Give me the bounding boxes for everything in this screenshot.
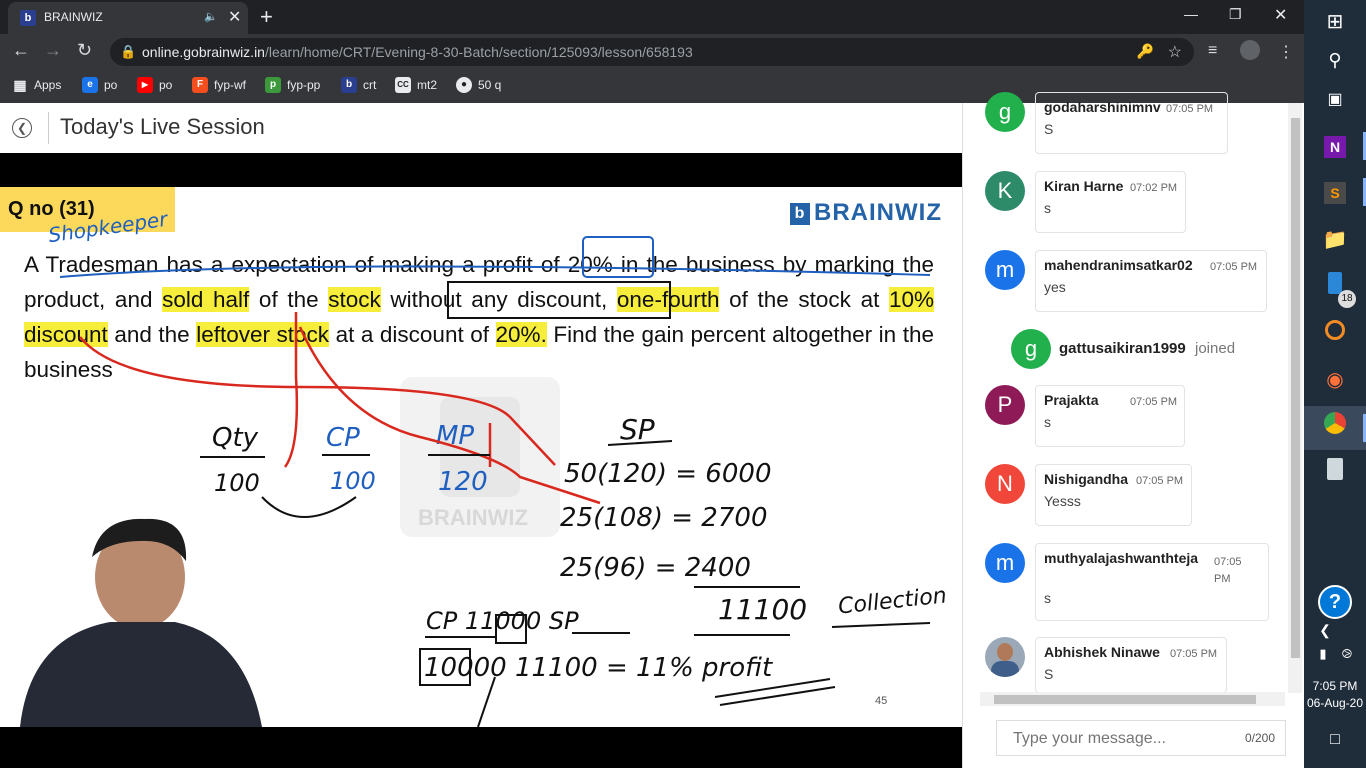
bookmark-apps[interactable]: ▦ Apps bbox=[12, 77, 61, 93]
message-input-field[interactable] bbox=[1011, 729, 1235, 749]
join-name: gattusaikiran1999 bbox=[1059, 340, 1186, 357]
menu-kebab-icon[interactable]: ⋮ bbox=[1278, 42, 1294, 62]
reload-icon[interactable]: ↻ bbox=[77, 40, 92, 61]
clock-time: 7:05 PM bbox=[1312, 679, 1358, 693]
lock-icon: 🔒 bbox=[120, 44, 137, 59]
restore-icon[interactable]: ❐ bbox=[1229, 6, 1242, 23]
url-domain: online.gobrainwiz.in bbox=[142, 44, 265, 60]
tab-title: BRAINWIZ bbox=[44, 10, 103, 24]
bookmark-fyp-pp[interactable]: p fyp-pp bbox=[265, 77, 320, 93]
media-player-icon[interactable] bbox=[1304, 312, 1366, 356]
message-time: 07:05 PM bbox=[1136, 475, 1184, 487]
calculator-icon[interactable] bbox=[1304, 452, 1366, 496]
scrollbar-thumb[interactable] bbox=[1291, 118, 1300, 658]
bookmark-po-2[interactable]: ▶ po bbox=[137, 77, 172, 93]
char-counter: 0/200 bbox=[1244, 731, 1275, 745]
address-bar[interactable]: 🔒 online.gobrainwiz.in/learn/home/CRT/Ev… bbox=[110, 38, 1194, 66]
message-time: 07:05 PM bbox=[1170, 648, 1218, 660]
message-bubble: Abhishek Ninawe 07:05 PM S bbox=[1035, 637, 1227, 693]
message-time: 07:05 PM bbox=[1214, 556, 1242, 585]
chat-horizontal-scrollbar[interactable] bbox=[980, 692, 1285, 706]
join-action: joined bbox=[1195, 340, 1236, 357]
message-text: Yesss bbox=[1044, 493, 1081, 509]
avatar: g bbox=[985, 92, 1025, 132]
chat-message-input[interactable]: 0/200 bbox=[996, 720, 1286, 756]
bookmark-fyp-wf[interactable]: Ffyp-wf bbox=[192, 77, 246, 93]
youtube-icon: ▶ bbox=[137, 77, 153, 93]
bookmark-crt[interactable]: b crt bbox=[341, 77, 376, 93]
presenter-video-feed bbox=[20, 518, 262, 727]
phone-app-icon[interactable]: 18 bbox=[1304, 266, 1366, 310]
message-bubble: Nishigandha 07:05 PM Yesss bbox=[1035, 464, 1192, 526]
header-divider bbox=[48, 112, 49, 144]
notifications-icon[interactable]: □ bbox=[1304, 718, 1366, 762]
avatar: N bbox=[985, 464, 1025, 504]
message-time: 07:05 PM bbox=[1130, 396, 1178, 408]
message-text: s bbox=[1044, 200, 1051, 216]
page-title: Today's Live Session bbox=[60, 114, 265, 139]
close-window-icon[interactable]: ✕ bbox=[1274, 5, 1287, 25]
bookmark-mt2[interactable]: CC mt2 bbox=[395, 77, 437, 93]
profile-avatar[interactable] bbox=[1240, 40, 1260, 60]
message-text: s bbox=[1044, 590, 1051, 606]
avatar: K bbox=[985, 171, 1025, 211]
message-text: yes bbox=[1044, 279, 1066, 295]
message-bubble: Prajakta 07:05 PM s bbox=[1035, 385, 1185, 447]
message-bubble: mahendranimsatkar02 07:05 PM yes bbox=[1035, 250, 1267, 312]
task-view-icon[interactable]: ▣ bbox=[1304, 78, 1366, 122]
message-time: 07:05 PM bbox=[1210, 261, 1258, 273]
clock-date: 06-Aug-20 bbox=[1306, 696, 1364, 710]
brainwiz-favicon-icon: b bbox=[20, 10, 36, 26]
media-queue-icon[interactable]: ≡ bbox=[1208, 42, 1217, 60]
chat-scrollbar[interactable] bbox=[1288, 103, 1302, 693]
chrome-icon[interactable] bbox=[1304, 406, 1366, 450]
scrollbar-thumb[interactable] bbox=[994, 695, 1256, 704]
avatar: m bbox=[985, 250, 1025, 290]
search-icon[interactable]: ⚲ bbox=[1304, 38, 1366, 82]
user-photo-avatar bbox=[985, 637, 1025, 677]
wifi-icon[interactable]: ⧁ bbox=[1316, 632, 1366, 676]
image-icon: p bbox=[265, 77, 281, 93]
windows-taskbar: ⊞ ⚲ ▣ N S 📁 18 ◉ ? ❮ ▮ ⧁ □ bbox=[1304, 0, 1366, 768]
globe-icon: ● bbox=[456, 77, 472, 93]
message-bubble: godaharshinimnv 07:05 PM S bbox=[1035, 92, 1228, 154]
edge-icon: e bbox=[82, 77, 98, 93]
firefox-icon[interactable]: ◉ bbox=[1304, 358, 1366, 402]
message-text: s bbox=[1044, 414, 1051, 430]
avatar: P bbox=[985, 385, 1025, 425]
file-explorer-icon[interactable]: 📁 bbox=[1304, 218, 1366, 262]
message-bubble: Kiran Harne 07:02 PM s bbox=[1035, 171, 1186, 233]
avatar: m bbox=[985, 543, 1025, 583]
notification-badge: 18 bbox=[1338, 290, 1356, 308]
new-tab-button[interactable]: + bbox=[260, 4, 273, 30]
avatar: g bbox=[1011, 329, 1051, 369]
cc-icon: CC bbox=[395, 77, 411, 93]
close-tab-icon[interactable]: ✕ bbox=[228, 7, 241, 27]
speaker-icon[interactable]: 🔈 bbox=[204, 10, 218, 23]
url-path: /learn/home/CRT/Evening-8-30-Batch/secti… bbox=[264, 44, 693, 60]
key-icon[interactable]: 🔑 bbox=[1137, 43, 1154, 60]
message-text: S bbox=[1044, 121, 1054, 137]
bookmark-50q[interactable]: ● 50 q bbox=[456, 77, 501, 93]
bookmark-po-1[interactable]: e po bbox=[82, 77, 117, 93]
back-circle-icon[interactable]: ❮ bbox=[12, 118, 32, 138]
message-bubble: muthyalajashwanthteja 07:05 PM s bbox=[1035, 543, 1269, 621]
browser-tab[interactable]: b BRAINWIZ 🔈 ✕ bbox=[8, 2, 248, 34]
message-time: 07:05 PM bbox=[1166, 103, 1214, 115]
back-arrow-icon[interactable]: ← bbox=[12, 40, 30, 61]
sublime-text-icon[interactable]: S bbox=[1304, 170, 1366, 214]
star-icon[interactable]: ☆ bbox=[1168, 42, 1182, 62]
brainwiz-icon: b bbox=[341, 77, 357, 93]
message-text: S bbox=[1044, 666, 1054, 682]
minimize-icon[interactable]: — bbox=[1184, 6, 1198, 22]
message-time: 07:02 PM bbox=[1130, 182, 1178, 194]
slide-number: 45 bbox=[875, 695, 888, 707]
apps-grid-icon: ▦ bbox=[13, 77, 27, 93]
system-clock[interactable]: 7:05 PM 06-Aug-20 bbox=[1304, 678, 1366, 712]
figma-icon: F bbox=[192, 77, 208, 93]
join-notice: g gattusaikiran1999 joined bbox=[1011, 329, 1271, 369]
lesson-slide: BRAINWIZ Q no (31) b BRAINWIZ A Tradesman… bbox=[0, 187, 962, 727]
forward-arrow-icon[interactable]: → bbox=[44, 40, 62, 61]
onenote-icon[interactable]: N bbox=[1304, 124, 1366, 168]
